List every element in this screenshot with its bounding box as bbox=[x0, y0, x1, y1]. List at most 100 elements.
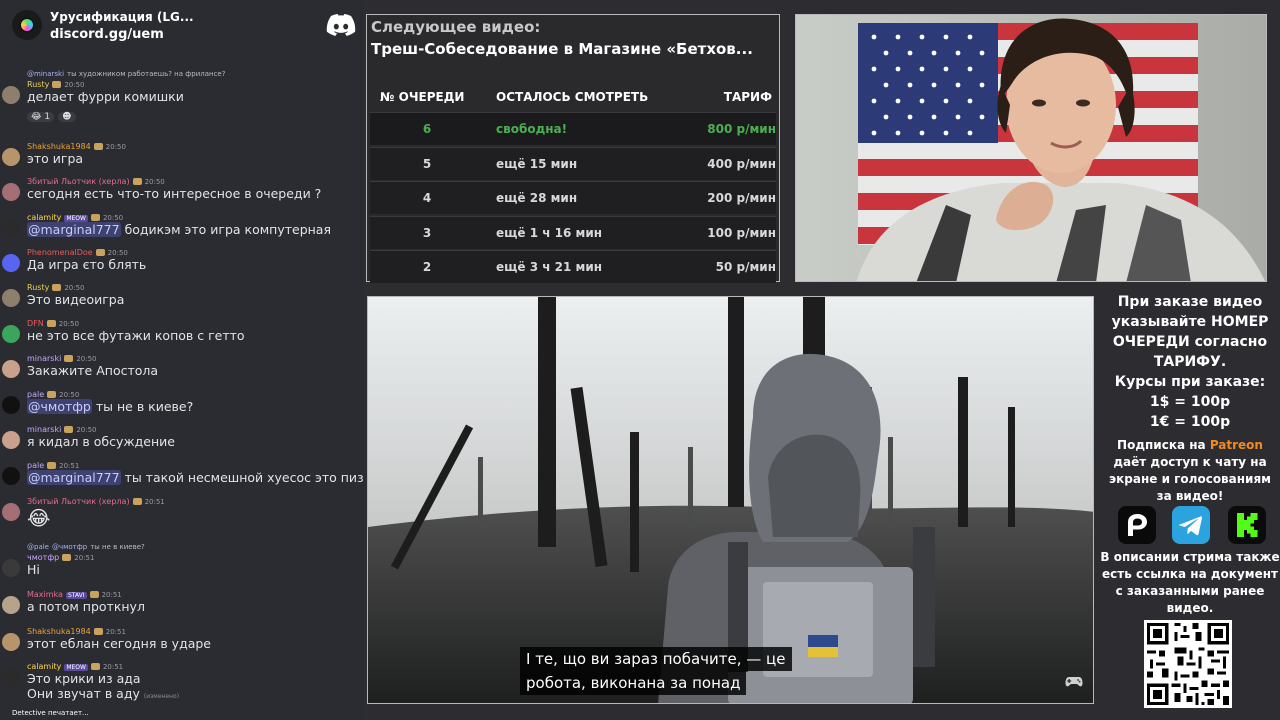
role-badge-icon bbox=[46, 320, 56, 327]
user-avatar[interactable] bbox=[2, 289, 20, 307]
rate-eur: 1€ = 100р bbox=[1149, 414, 1231, 430]
role-badge-icon bbox=[93, 628, 103, 635]
user-mention[interactable]: @marginal777 bbox=[27, 470, 121, 485]
message-author-line: Збитый Льотчик (херла) 20:50 bbox=[27, 177, 165, 186]
role-badge-icon bbox=[95, 249, 105, 256]
message-timestamp: 20:50 bbox=[76, 355, 97, 363]
message-text: не это все футажи копов с гетто bbox=[27, 328, 245, 343]
subscription-line: даёт доступ к чату на bbox=[1113, 455, 1267, 469]
message-body: Закажите Апостола bbox=[27, 363, 159, 378]
rate-value: 100 р/мин bbox=[707, 225, 776, 240]
user-avatar[interactable] bbox=[2, 503, 20, 521]
message-text: Закажите Апостола bbox=[27, 363, 158, 378]
role-badge-icon bbox=[90, 663, 100, 670]
message-author[interactable]: Збитый Льотчик (херла) bbox=[27, 177, 130, 186]
user-avatar[interactable] bbox=[2, 86, 20, 104]
patreon-icon[interactable] bbox=[1118, 506, 1156, 544]
queue-row: 2 ещё 3 ч 21 мин 50 р/мин bbox=[370, 250, 776, 283]
user-avatar[interactable] bbox=[2, 396, 20, 414]
video-subtitle: І те, що ви зараз побачите, — це робота,… bbox=[520, 647, 810, 695]
message-author-line: pale 20:50 bbox=[27, 390, 79, 399]
queue-number: 3 bbox=[422, 225, 432, 240]
role-badge-icon bbox=[52, 284, 62, 291]
message-body: ты такой несмешной хуесос это пизда bbox=[124, 470, 364, 485]
message-author[interactable]: DFN bbox=[27, 319, 44, 328]
message-author[interactable]: Shakshuka1984 bbox=[27, 142, 91, 151]
user-avatar[interactable] bbox=[2, 668, 20, 686]
message-timestamp: 20:50 bbox=[107, 249, 128, 257]
message-author[interactable]: minarski bbox=[27, 425, 61, 434]
discord-logo-icon bbox=[326, 14, 356, 36]
user-avatar[interactable] bbox=[2, 219, 20, 237]
reply-preview[interactable]: @pale @чмотфр ты не в киеве? bbox=[27, 543, 145, 551]
next-video-queue-panel: Следующее видео: Треш-Собеседование в Ма… bbox=[366, 14, 780, 283]
message-author[interactable]: Shakshuka1984 bbox=[27, 627, 91, 636]
server-invite-link[interactable]: discord.gg/uem bbox=[50, 27, 164, 42]
message-timestamp: 20:51 bbox=[105, 628, 126, 636]
user-avatar[interactable] bbox=[2, 633, 20, 651]
message-text: сегодня есть что-то интересное в очереди… bbox=[27, 186, 321, 201]
qr-code[interactable] bbox=[1144, 620, 1232, 708]
kick-icon[interactable] bbox=[1228, 506, 1266, 544]
message-author-line: чмотфр 20:51 bbox=[27, 553, 94, 562]
message-author[interactable]: Rusty bbox=[27, 283, 49, 292]
user-avatar[interactable] bbox=[2, 596, 20, 614]
video-player[interactable] bbox=[367, 296, 1094, 704]
message-body: я кидал в обсуждение bbox=[27, 434, 175, 449]
reply-preview[interactable]: @minarski ты художником работаешь? на фри… bbox=[27, 70, 225, 78]
message-timestamp: 20:50 bbox=[102, 214, 124, 222]
message-text: это игра bbox=[27, 151, 83, 166]
message-author[interactable]: Maximka bbox=[27, 590, 63, 599]
webcam-feed bbox=[795, 14, 1267, 282]
user-avatar[interactable] bbox=[2, 254, 20, 272]
patreon-link[interactable]: Patreon bbox=[1210, 438, 1263, 452]
message-author[interactable]: calamity bbox=[27, 213, 61, 222]
rate-value: 800 р/мин bbox=[707, 122, 776, 136]
next-video-label: Следующее видео: bbox=[371, 18, 541, 36]
server-icon[interactable] bbox=[12, 10, 42, 40]
user-avatar[interactable] bbox=[2, 467, 20, 485]
telegram-icon[interactable] bbox=[1172, 506, 1210, 544]
message-author[interactable]: pale bbox=[27, 390, 44, 399]
message-author[interactable]: PhenomenalDoe bbox=[27, 248, 93, 257]
reply-text: ты художником работаешь? на фрилансе? bbox=[67, 70, 226, 78]
user-avatar[interactable] bbox=[2, 183, 20, 201]
reply-text: ты не в киеве? bbox=[90, 543, 145, 551]
message-timestamp: 20:51 bbox=[59, 462, 80, 470]
queue-number: 5 bbox=[422, 156, 432, 171]
message-author[interactable]: calamity bbox=[27, 662, 61, 671]
message-author-line: Shakshuka1984 20:50 bbox=[27, 142, 126, 151]
user-avatar[interactable] bbox=[2, 559, 20, 577]
message-body: Это крики из ада bbox=[27, 671, 141, 686]
message-author[interactable]: pale bbox=[27, 461, 44, 470]
message-author[interactable]: Збитый Льотчик (херла) bbox=[27, 497, 130, 506]
user-mention[interactable]: @marginal777 bbox=[27, 222, 121, 237]
order-instruction-line: указывайте НОМЕР bbox=[1111, 314, 1269, 330]
message-timestamp: 20:50 bbox=[59, 391, 80, 399]
message-author-line: calamity MEOW 20:50 bbox=[27, 213, 123, 222]
message-author[interactable]: чмотфр bbox=[27, 553, 59, 562]
user-mention[interactable]: @чмотфр bbox=[27, 399, 92, 414]
message-author[interactable]: minarski bbox=[27, 354, 61, 363]
time-left: свободна! bbox=[496, 122, 568, 136]
rate-usd: 1$ = 100р bbox=[1149, 394, 1231, 410]
message-text: я кидал в обсуждение bbox=[27, 434, 175, 449]
user-avatar[interactable] bbox=[2, 431, 20, 449]
user-avatar[interactable] bbox=[2, 325, 20, 343]
reaction-pill[interactable]: 😂 1 bbox=[27, 112, 55, 122]
message-author-line: DFN 20:50 bbox=[27, 319, 79, 328]
message-author[interactable]: Rusty bbox=[27, 80, 49, 89]
queue-row: 6 свободна! 800 р/мин bbox=[370, 112, 776, 145]
message-author-line: Rusty 20:50 bbox=[27, 80, 85, 89]
user-avatar[interactable] bbox=[2, 360, 20, 378]
user-avatar[interactable] bbox=[2, 148, 20, 166]
role-badge-icon bbox=[47, 391, 57, 398]
message-timestamp: 20:51 bbox=[144, 498, 165, 506]
message-body: сегодня есть что-то интересное в очереди… bbox=[27, 186, 322, 201]
message-text: 😂 bbox=[27, 506, 50, 530]
header-time-left: ОСТАЛОСЬ СМОТРЕТЬ bbox=[496, 90, 649, 104]
role-badge-icon bbox=[90, 214, 100, 221]
next-video-title: Треш-Собеседование в Магазине «Бетхов... bbox=[371, 40, 753, 58]
reaction-pill[interactable]: ☻ bbox=[58, 112, 76, 122]
role-badge-icon bbox=[132, 178, 142, 185]
